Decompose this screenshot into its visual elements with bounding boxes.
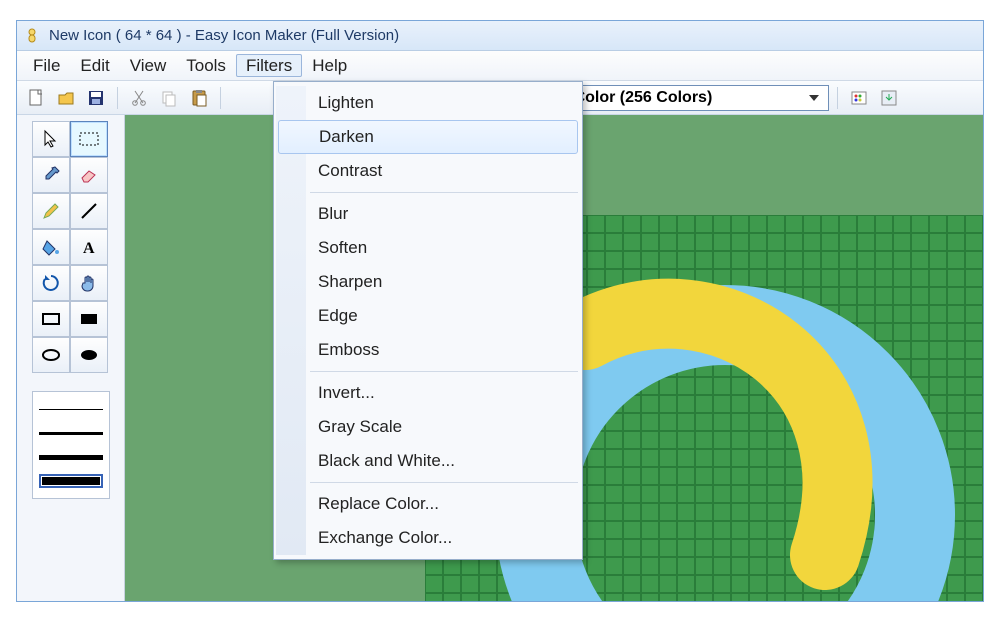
tool-line[interactable] xyxy=(70,193,108,229)
tool-pointer[interactable] xyxy=(32,121,70,157)
menu-filters[interactable]: Filters xyxy=(236,54,302,77)
window-title: New Icon ( 64 * 64 ) - Easy Icon Maker (… xyxy=(49,27,399,44)
toolbar-separator xyxy=(837,87,838,109)
line-width-panel xyxy=(32,391,110,499)
filter-sharpen[interactable]: Sharpen xyxy=(276,265,580,299)
line-width-2[interactable] xyxy=(39,426,103,440)
tool-ellipse-filled[interactable] xyxy=(70,337,108,373)
menu-view[interactable]: View xyxy=(120,51,177,80)
palette-button[interactable] xyxy=(846,85,872,111)
filter-contrast[interactable]: Contrast xyxy=(276,154,580,188)
line-width-3[interactable] xyxy=(39,450,103,464)
toolbar-separator xyxy=(220,87,221,109)
menu-bar: File Edit View Tools Filters Help xyxy=(17,51,983,81)
filter-replace-color[interactable]: Replace Color... xyxy=(276,487,580,521)
paste-button[interactable] xyxy=(186,85,212,111)
app-icon xyxy=(23,27,41,45)
menu-help[interactable]: Help xyxy=(302,51,357,80)
dropdown-separator xyxy=(310,482,578,483)
tool-fill[interactable] xyxy=(32,229,70,265)
import-button[interactable] xyxy=(876,85,902,111)
filter-invert[interactable]: Invert... xyxy=(276,376,580,410)
toolbar-separator xyxy=(117,87,118,109)
dropdown-separator xyxy=(310,371,578,372)
title-bar: New Icon ( 64 * 64 ) - Easy Icon Maker (… xyxy=(17,21,983,51)
filter-emboss[interactable]: Emboss xyxy=(276,333,580,367)
tool-grid: A xyxy=(32,121,110,373)
menu-tools[interactable]: Tools xyxy=(176,51,236,80)
copy-button[interactable] xyxy=(156,85,182,111)
tool-text[interactable]: A xyxy=(70,229,108,265)
tool-rotate[interactable] xyxy=(32,265,70,301)
filter-grayscale[interactable]: Gray Scale xyxy=(276,410,580,444)
tool-panel: A xyxy=(17,115,125,601)
app-window: New Icon ( 64 * 64 ) - Easy Icon Maker (… xyxy=(16,20,984,602)
filter-exchange-color[interactable]: Exchange Color... xyxy=(276,521,580,555)
tool-rect-filled[interactable] xyxy=(70,301,108,337)
filter-bw[interactable]: Black and White... xyxy=(276,444,580,478)
tool-eraser[interactable] xyxy=(70,157,108,193)
filter-lighten[interactable]: Lighten xyxy=(276,86,580,120)
tool-select-rect[interactable] xyxy=(70,121,108,157)
tool-ellipse-outline[interactable] xyxy=(32,337,70,373)
menu-edit[interactable]: Edit xyxy=(70,51,119,80)
dropdown-separator xyxy=(310,192,578,193)
line-width-1[interactable] xyxy=(39,402,103,416)
tool-eyedropper[interactable] xyxy=(32,157,70,193)
save-button[interactable] xyxy=(83,85,109,111)
menu-file[interactable]: File xyxy=(23,51,70,80)
new-button[interactable] xyxy=(23,85,49,111)
filter-edge[interactable]: Edge xyxy=(276,299,580,333)
chevron-down-icon xyxy=(806,90,822,106)
filter-soften[interactable]: Soften xyxy=(276,231,580,265)
svg-text:A: A xyxy=(83,240,95,257)
filter-blur[interactable]: Blur xyxy=(276,197,580,231)
line-width-4[interactable] xyxy=(39,474,103,488)
open-button[interactable] xyxy=(53,85,79,111)
tool-pencil[interactable] xyxy=(32,193,70,229)
filter-darken[interactable]: Darken xyxy=(278,120,578,154)
cut-button[interactable] xyxy=(126,85,152,111)
tool-hand[interactable] xyxy=(70,265,108,301)
filters-dropdown: Lighten Darken Contrast Blur Soften Shar… xyxy=(273,81,583,560)
tool-rect-outline[interactable] xyxy=(32,301,70,337)
